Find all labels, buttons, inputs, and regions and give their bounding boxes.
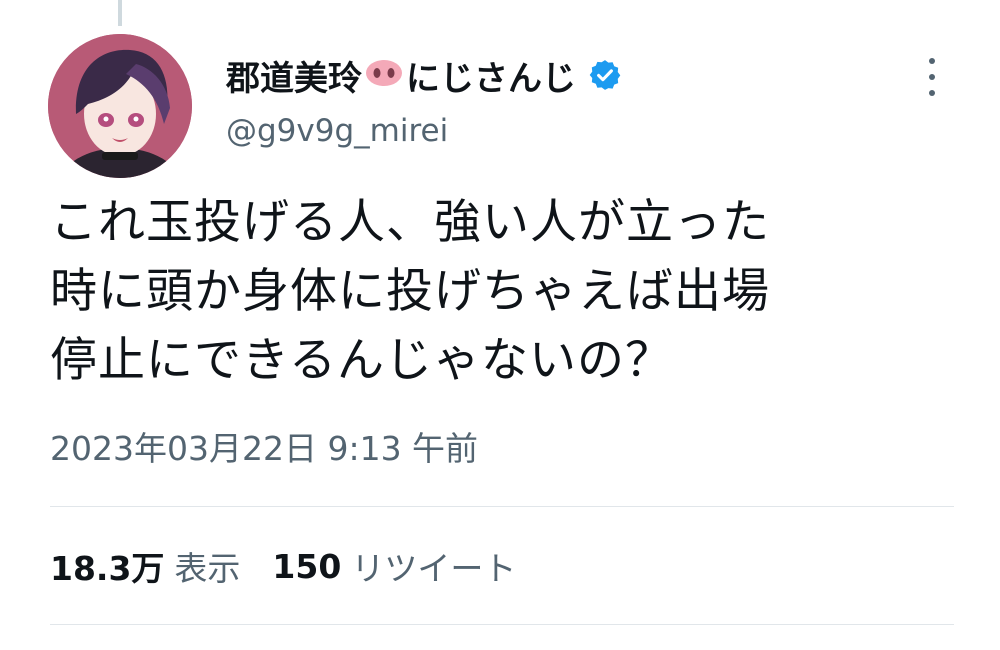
tweet-text-line: 時に頭か身体に投げちゃえば出場 bbox=[50, 264, 770, 319]
tweet-stats: 18.3万 表示 150 リツイート bbox=[50, 542, 516, 590]
thread-connector-line bbox=[118, 0, 122, 26]
avatar[interactable] bbox=[48, 34, 192, 178]
more-options-icon[interactable] bbox=[916, 56, 948, 98]
pig-nose-icon bbox=[364, 58, 404, 92]
tweet-timestamp[interactable]: 2023年03月22日 9:13 午前 bbox=[50, 422, 478, 470]
more-dot bbox=[929, 74, 935, 80]
tweet-text-line: 停止にできるんじゃないの？ bbox=[50, 333, 674, 388]
divider bbox=[50, 624, 954, 625]
views-label: 表示 bbox=[174, 549, 241, 588]
more-dot bbox=[929, 90, 935, 96]
divider bbox=[50, 506, 954, 507]
user-handle[interactable]: @g9v9g_mirei bbox=[226, 113, 448, 149]
more-dot bbox=[929, 58, 935, 64]
tweet-text-line: これ玉投げる人、強い人が立った bbox=[50, 195, 770, 250]
retweets-label[interactable]: リツイート bbox=[351, 542, 516, 590]
views-count: 18.3万 bbox=[50, 549, 165, 588]
tweet-text: これ玉投げる人、強い人が立った 時に頭か身体に投げちゃえば出場 停止にできるんじ… bbox=[50, 188, 960, 395]
verified-badge-icon bbox=[588, 58, 622, 92]
retweets-count[interactable]: 150 bbox=[272, 547, 341, 586]
display-name-suffix: にじさんじ bbox=[406, 58, 576, 99]
display-name[interactable]: 郡道美玲 bbox=[226, 51, 362, 100]
avatar-image bbox=[48, 34, 192, 178]
author-name-row[interactable]: 郡道美玲 にじさんじ bbox=[226, 48, 622, 102]
